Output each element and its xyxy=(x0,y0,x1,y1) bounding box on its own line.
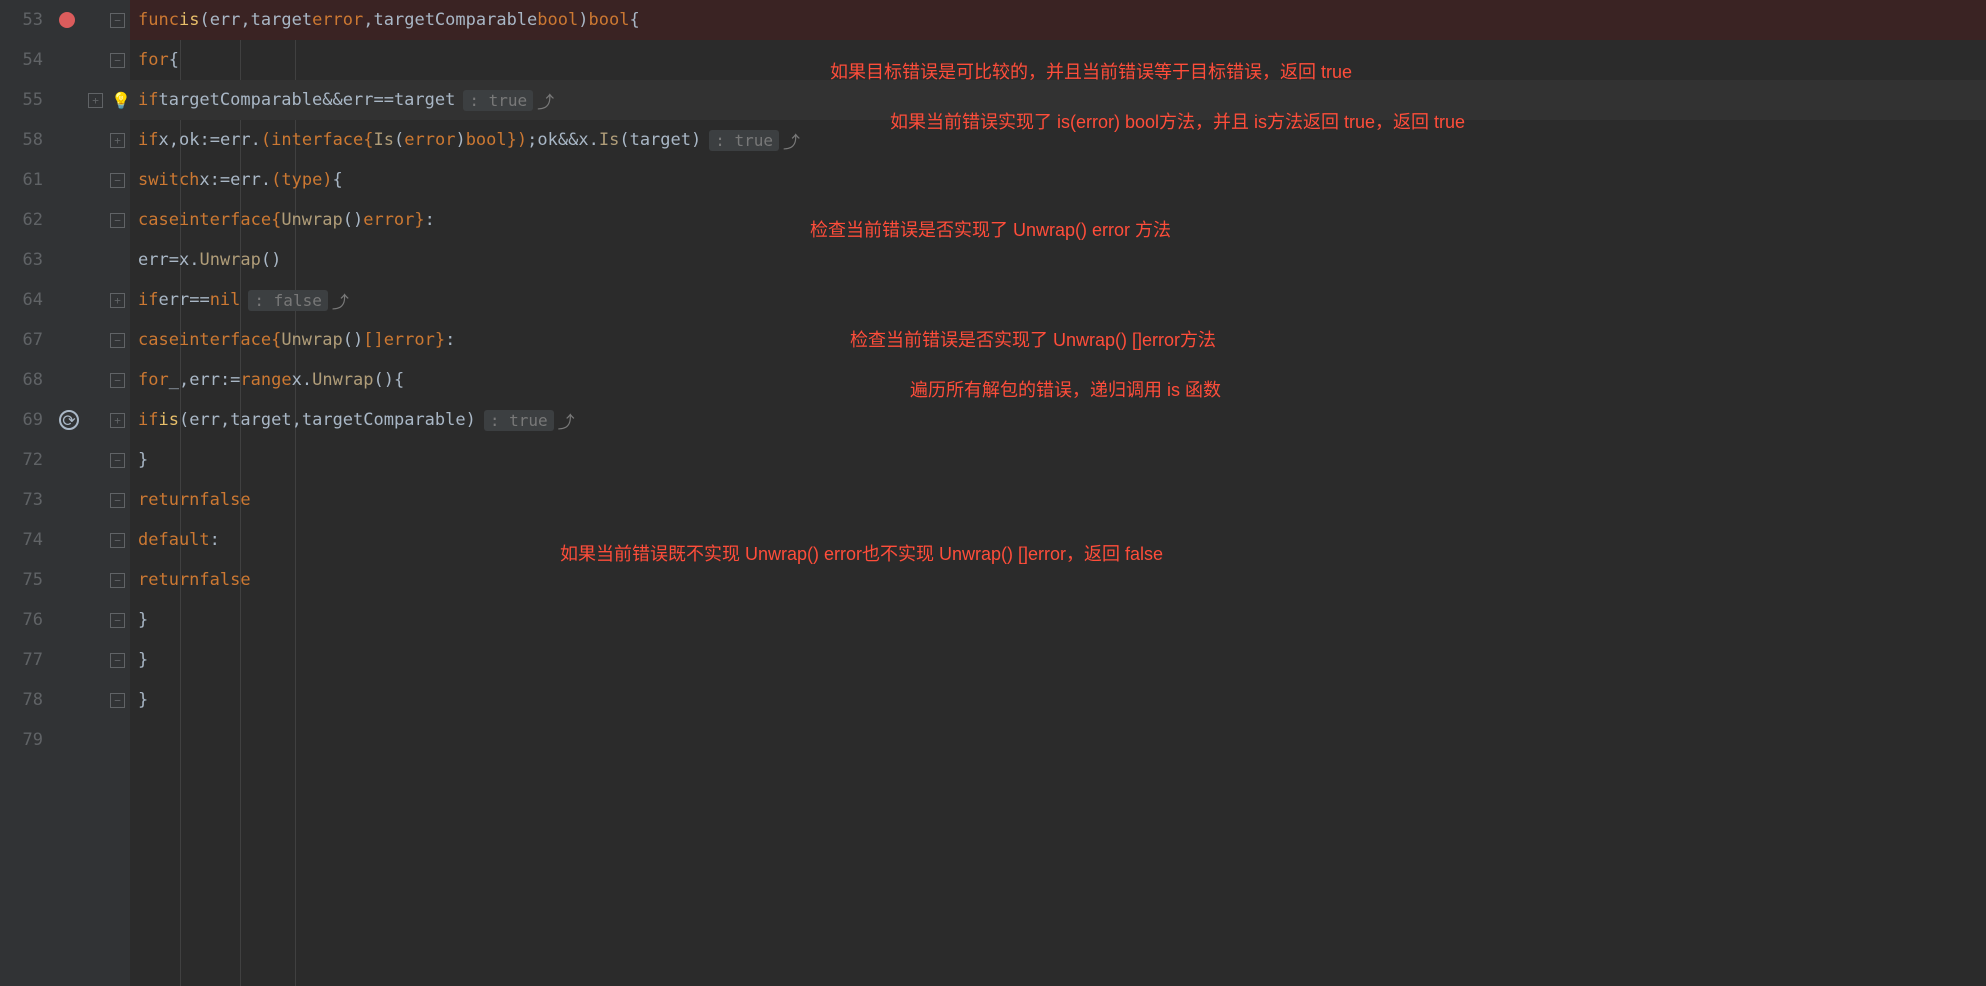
gutter-row[interactable]: 61 − xyxy=(0,160,130,200)
code-line[interactable]: if err == nil : false⤴ xyxy=(130,280,1986,320)
fold-icon[interactable]: − xyxy=(110,493,125,508)
breakpoint-icon[interactable] xyxy=(59,12,75,28)
line-number: 61 xyxy=(0,170,55,190)
fold-icon[interactable]: + xyxy=(110,413,125,428)
line-number: 55 xyxy=(0,90,55,110)
code-line[interactable]: } xyxy=(130,440,1986,480)
fold-icon[interactable]: − xyxy=(110,693,125,708)
inline-hint: : true xyxy=(484,410,554,431)
fold-icon[interactable]: − xyxy=(110,453,125,468)
line-number: 64 xyxy=(0,290,55,310)
line-number: 54 xyxy=(0,50,55,70)
fold-icon[interactable]: − xyxy=(110,53,125,68)
code-line[interactable]: err = x.Unwrap() xyxy=(130,240,1986,280)
gutter-row[interactable]: 53 − xyxy=(0,0,130,40)
fold-icon[interactable]: + xyxy=(110,293,125,308)
annotation-text: 检查当前错误是否实现了 Unwrap() error 方法 xyxy=(810,216,1171,242)
line-number: 62 xyxy=(0,210,55,230)
gutter-row[interactable]: 79 xyxy=(0,720,130,760)
gutter-row[interactable]: 76 − xyxy=(0,600,130,640)
line-number: 77 xyxy=(0,650,55,670)
gutter-row[interactable]: 77 − xyxy=(0,640,130,680)
gutter-row[interactable]: 75 − xyxy=(0,560,130,600)
annotation-text: 如果当前错误既不实现 Unwrap() error也不实现 Unwrap() [… xyxy=(560,540,1163,566)
line-number: 67 xyxy=(0,330,55,350)
code-line[interactable]: } xyxy=(130,600,1986,640)
code-area[interactable]: func is(err, target error, targetCompara… xyxy=(130,0,1986,986)
code-line[interactable]: } xyxy=(130,680,1986,720)
line-number: 76 xyxy=(0,610,55,630)
inline-hint: : false xyxy=(248,290,327,311)
gutter-row[interactable]: 62 − xyxy=(0,200,130,240)
code-line[interactable]: func is(err, target error, targetCompara… xyxy=(130,0,1986,40)
code-line[interactable]: return false xyxy=(130,480,1986,520)
fold-icon[interactable]: − xyxy=(110,213,125,228)
gutter-row[interactable]: 74 − xyxy=(0,520,130,560)
gutter-row[interactable]: 73 − xyxy=(0,480,130,520)
line-number: 72 xyxy=(0,450,55,470)
fold-icon[interactable]: − xyxy=(110,333,125,348)
inline-hint: : true xyxy=(709,130,779,151)
line-number: 73 xyxy=(0,490,55,510)
inline-hint: : true xyxy=(463,90,533,111)
code-editor: 53 − 54 − 55 + 💡 58 + 61 − 62 − 63 64 + xyxy=(0,0,1986,986)
line-number: 69 xyxy=(0,410,55,430)
fold-icon[interactable]: − xyxy=(110,173,125,188)
line-number: 63 xyxy=(0,250,55,270)
gutter-row[interactable]: 55 + 💡 xyxy=(0,80,130,120)
line-number: 78 xyxy=(0,690,55,710)
annotation-text: 遍历所有解包的错误，递归调用 is 函数 xyxy=(910,376,1221,402)
fold-icon[interactable]: + xyxy=(88,93,103,108)
annotation-text: 如果当前错误实现了 is(error) bool方法，并且 is方法返回 tru… xyxy=(890,108,1465,134)
gutter-row[interactable]: 72 − xyxy=(0,440,130,480)
fold-icon[interactable]: − xyxy=(110,573,125,588)
code-line[interactable]: if is(err, target, targetComparable) : t… xyxy=(130,400,1986,440)
fold-icon[interactable]: − xyxy=(110,653,125,668)
gutter-row[interactable]: 69 + xyxy=(0,400,130,440)
editor-gutter: 53 − 54 − 55 + 💡 58 + 61 − 62 − 63 64 + xyxy=(0,0,130,986)
line-number: 68 xyxy=(0,370,55,390)
fold-icon[interactable]: − xyxy=(110,13,125,28)
gutter-row[interactable]: 68 − xyxy=(0,360,130,400)
fold-icon[interactable]: − xyxy=(110,373,125,388)
code-line[interactable]: } xyxy=(130,640,1986,680)
gutter-row[interactable]: 54 − xyxy=(0,40,130,80)
line-number: 79 xyxy=(0,730,55,750)
line-number: 75 xyxy=(0,570,55,590)
fold-icon[interactable]: − xyxy=(110,533,125,548)
line-number: 53 xyxy=(0,10,55,30)
gutter-row[interactable]: 64 + xyxy=(0,280,130,320)
code-line[interactable]: switch x := err.(type) { xyxy=(130,160,1986,200)
line-number: 58 xyxy=(0,130,55,150)
annotation-text: 检查当前错误是否实现了 Unwrap() []error方法 xyxy=(850,326,1216,352)
gutter-row[interactable]: 63 xyxy=(0,240,130,280)
code-line[interactable]: return false xyxy=(130,560,1986,600)
fold-icon[interactable]: − xyxy=(110,613,125,628)
reload-icon[interactable] xyxy=(59,410,79,430)
fold-icon[interactable]: + xyxy=(110,133,125,148)
gutter-row[interactable]: 78 − xyxy=(0,680,130,720)
code-line[interactable] xyxy=(130,720,1986,760)
annotation-text: 如果目标错误是可比较的，并且当前错误等于目标错误，返回 true xyxy=(830,58,1352,84)
gutter-row[interactable]: 58 + xyxy=(0,120,130,160)
bulb-icon[interactable]: 💡 xyxy=(112,91,130,109)
line-number: 74 xyxy=(0,530,55,550)
gutter-row[interactable]: 67 − xyxy=(0,320,130,360)
